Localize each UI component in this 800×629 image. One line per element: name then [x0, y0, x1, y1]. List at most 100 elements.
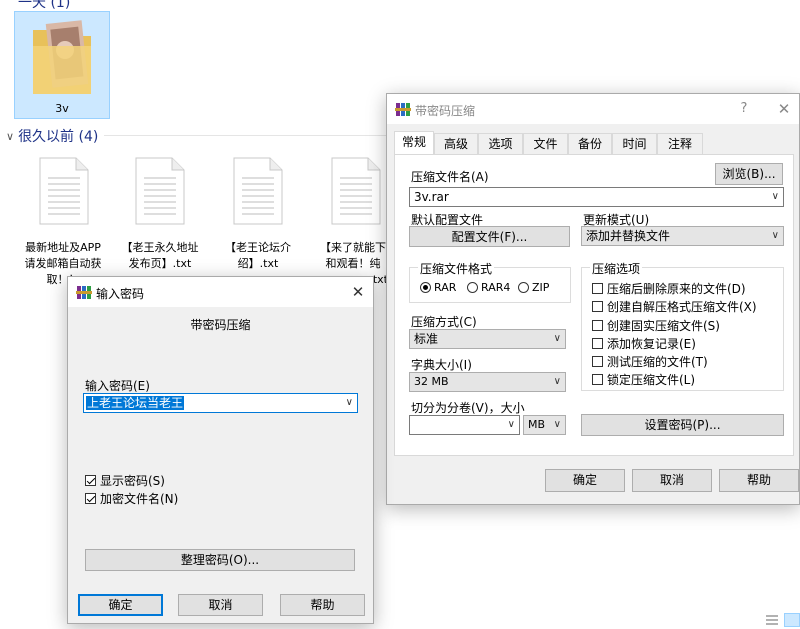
password-dialog-subtitle: 带密码压缩 — [190, 318, 251, 332]
tab-time[interactable]: 时间 — [612, 133, 657, 155]
browse-button[interactable]: 浏览(B)... — [715, 163, 783, 185]
split-unit-select[interactable]: MB ∨ — [523, 415, 566, 435]
close-icon[interactable]: ✕ — [347, 282, 369, 302]
text-file-icon — [233, 157, 283, 225]
checkbox-label: 创建自解压格式压缩文件(X) — [607, 300, 757, 314]
password-cancel-button[interactable]: 取消 — [178, 594, 263, 616]
tab-advanced[interactable]: 高级 — [434, 133, 478, 155]
help-button[interactable]: ? — [733, 99, 755, 119]
tab-files[interactable]: 文件 — [523, 133, 568, 155]
archive-name-input[interactable]: 3v.rar ∨ — [409, 187, 784, 207]
group-header-label: 很久以前 (4) — [18, 129, 99, 145]
profile-button[interactable]: 配置文件(F)... — [409, 226, 570, 247]
split-size-input[interactable]: ∨ — [409, 415, 520, 435]
tab-backup[interactable]: 备份 — [568, 133, 612, 155]
archive-dialog-title: 带密码压缩 — [415, 104, 476, 118]
radio-selected-icon — [420, 282, 431, 293]
checkbox-label: 显示密码(S) — [100, 474, 165, 488]
file-label[interactable]: 【老王论坛介 绍】.txt — [212, 240, 304, 272]
text-file-icon — [331, 157, 381, 225]
archive-ok-button[interactable]: 确定 — [545, 469, 625, 492]
format-rar-radio[interactable]: RAR — [420, 281, 456, 294]
archive-format-group-label: 压缩文件格式 — [418, 260, 495, 277]
checkbox-icon — [592, 356, 603, 367]
update-mode-value: 添加并替换文件 — [586, 229, 671, 243]
update-mode-select[interactable]: 添加并替换文件 ∨ — [581, 226, 784, 246]
text-file-icon — [39, 157, 89, 225]
radio-label: RAR — [434, 281, 457, 294]
recovery-record-checkbox[interactable]: 添加恢复记录(E) — [592, 335, 696, 352]
checkbox-icon — [592, 374, 603, 385]
chevron-down-icon[interactable]: ∨ — [508, 416, 515, 434]
folder-with-photo-icon — [33, 20, 91, 94]
checkbox-icon — [592, 283, 603, 294]
password-help-button[interactable]: 帮助 — [280, 594, 365, 616]
set-password-button[interactable]: 设置密码(P)... — [581, 414, 784, 436]
group-divider — [104, 135, 404, 136]
delete-after-checkbox[interactable]: 压缩后删除原来的文件(D) — [592, 280, 746, 297]
organize-passwords-button[interactable]: 整理密码(O)... — [85, 549, 355, 571]
password-ok-button[interactable]: 确定 — [78, 594, 163, 616]
file-label-line: 【老王论坛介 — [225, 241, 291, 254]
file-label-line: 发布页】.txt — [128, 257, 192, 270]
file-label-line: 最新地址及APP — [25, 241, 101, 254]
group-header-long-ago[interactable]: ∨ 很久以前 (4) — [6, 126, 98, 146]
solid-checkbox[interactable]: 创建固实压缩文件(S) — [592, 317, 720, 334]
selected-file-name: 3v — [55, 102, 69, 115]
chevron-down-icon[interactable]: ∨ — [554, 373, 561, 391]
archive-help-button[interactable]: 帮助 — [719, 469, 799, 492]
tab-options[interactable]: 选项 — [478, 133, 523, 155]
test-files-checkbox[interactable]: 测试压缩的文件(T) — [592, 353, 708, 370]
password-dialog-title: 输入密码 — [96, 287, 145, 301]
lock-archive-checkbox[interactable]: 锁定压缩文件(L) — [592, 371, 695, 388]
archive-name-value: 3v.rar — [414, 190, 449, 204]
password-input[interactable]: 上老王论坛当老王 ∨ — [83, 393, 358, 413]
chevron-down-icon[interactable]: ∨ — [554, 330, 561, 348]
chevron-down-icon: ∨ — [6, 129, 15, 143]
large-icons-view-icon[interactable] — [784, 613, 800, 627]
details-view-icon[interactable] — [765, 614, 779, 626]
checkbox-label: 添加恢复记录(E) — [607, 337, 696, 351]
archive-dialog-titlebar[interactable]: 带密码压缩 ? ✕ — [387, 94, 799, 124]
chevron-down-icon[interactable]: ∨ — [554, 416, 561, 434]
radio-icon — [467, 282, 478, 293]
archive-cancel-button[interactable]: 取消 — [632, 469, 712, 492]
checkbox-label: 压缩后删除原来的文件(D) — [607, 282, 746, 296]
split-unit-value: MB — [528, 418, 546, 431]
compression-method-select[interactable]: 标准 ∨ — [409, 329, 566, 349]
password-value: 上老王论坛当老王 — [86, 396, 185, 410]
checkbox-label: 测试压缩的文件(T) — [607, 355, 708, 369]
file-label[interactable]: 【老王永久地址 发布页】.txt — [114, 240, 206, 272]
file-label-line: 和观看！纯 — [325, 257, 381, 270]
chevron-down-icon[interactable]: ∨ — [772, 188, 779, 206]
compression-method-value: 标准 — [414, 332, 439, 346]
password-dialog-titlebar[interactable]: 输入密码 ✕ — [68, 277, 373, 307]
radio-icon — [518, 282, 529, 293]
file-label-line: 【老王永久地址 — [121, 241, 199, 254]
radio-label: ZIP — [532, 281, 550, 294]
compression-method-label: 压缩方式(C) — [411, 315, 477, 329]
winrar-icon — [76, 286, 92, 299]
dictionary-size-select[interactable]: 32 MB ∨ — [409, 372, 566, 392]
split-volumes-label: 切分为分卷(V)，大小 — [411, 401, 525, 415]
radio-label: RAR4 — [481, 281, 511, 294]
chevron-down-icon[interactable]: ∨ — [772, 227, 779, 245]
checkbox-checked-icon — [85, 493, 96, 504]
format-zip-radio[interactable]: ZIP — [518, 281, 549, 294]
encrypt-filenames-checkbox[interactable]: 加密文件名(N) — [85, 490, 178, 507]
dictionary-size-value: 32 MB — [414, 375, 449, 388]
close-icon[interactable]: ✕ — [773, 99, 795, 119]
tab-comment[interactable]: 注释 — [657, 133, 703, 155]
checkbox-icon — [592, 301, 603, 312]
password-dialog: 输入密码 ✕ 带密码压缩 输入密码(E) 上老王论坛当老王 ∨ 显示密码(S) … — [67, 276, 374, 624]
archive-name-label: 压缩文件名(A) — [411, 170, 489, 184]
checkbox-label: 锁定压缩文件(L) — [607, 373, 696, 387]
checkbox-checked-icon — [85, 475, 96, 486]
selected-file-tile[interactable]: 3v — [14, 11, 110, 119]
winrar-icon — [395, 103, 411, 116]
sfx-checkbox[interactable]: 创建自解压格式压缩文件(X) — [592, 298, 757, 315]
show-password-checkbox[interactable]: 显示密码(S) — [85, 472, 165, 489]
format-rar4-radio[interactable]: RAR4 — [467, 281, 510, 294]
tab-general[interactable]: 常规 — [394, 131, 434, 155]
chevron-down-icon[interactable]: ∨ — [346, 394, 353, 412]
